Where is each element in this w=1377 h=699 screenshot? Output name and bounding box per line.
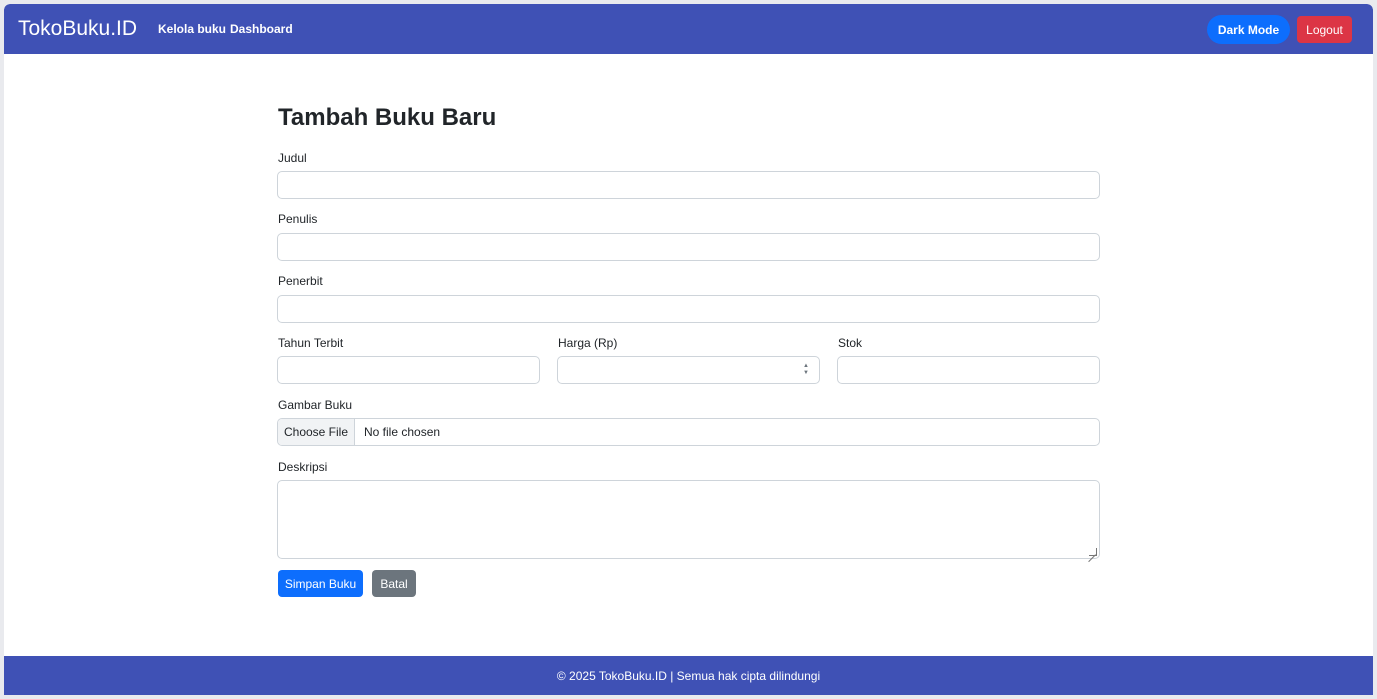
page-title: Tambah Buku Baru bbox=[278, 104, 497, 131]
footer-text: © 2025 TokoBuku.ID | Semua hak cipta dil… bbox=[556, 668, 821, 683]
app-window: TokoBuku.ID Kelola buku Dashboard Dark M… bbox=[4, 4, 1373, 695]
nav-dashboard[interactable]: Dashboard bbox=[230, 22, 293, 37]
gambar-buku-label: Gambar Buku bbox=[278, 398, 353, 412]
penerbit-label: Penerbit bbox=[278, 274, 323, 288]
simpan-buku-button[interactable]: Simpan Buku bbox=[278, 570, 363, 597]
penerbit-input[interactable] bbox=[277, 295, 1100, 323]
navbar: TokoBuku.ID Kelola buku Dashboard Dark M… bbox=[4, 4, 1373, 54]
stok-input[interactable] bbox=[837, 356, 1100, 384]
batal-button[interactable]: Batal bbox=[372, 570, 416, 597]
number-spinner-icon[interactable]: ▲ ▼ bbox=[803, 363, 809, 377]
stok-label: Stok bbox=[838, 336, 863, 350]
harga-input[interactable]: ▲ ▼ bbox=[557, 356, 820, 384]
choose-file-button[interactable]: Choose File bbox=[278, 419, 355, 445]
judul-label: Judul bbox=[278, 151, 307, 165]
footer: © 2025 TokoBuku.ID | Semua hak cipta dil… bbox=[4, 656, 1373, 695]
deskripsi-textarea[interactable] bbox=[277, 480, 1100, 559]
gambar-file-input[interactable]: Choose File No file chosen bbox=[277, 418, 1100, 446]
resize-handle-icon[interactable] bbox=[1089, 548, 1097, 556]
penulis-input[interactable] bbox=[277, 233, 1100, 261]
dark-mode-button[interactable]: Dark Mode bbox=[1207, 15, 1290, 44]
judul-input[interactable] bbox=[277, 171, 1100, 199]
harga-label: Harga (Rp) bbox=[558, 336, 618, 350]
brand-logo[interactable]: TokoBuku.ID bbox=[18, 16, 137, 42]
deskripsi-label: Deskripsi bbox=[278, 460, 328, 474]
file-status-text: No file chosen bbox=[364, 425, 441, 439]
logout-button[interactable]: Logout bbox=[1297, 16, 1352, 43]
tahun-terbit-input[interactable] bbox=[277, 356, 540, 384]
tahun-terbit-label: Tahun Terbit bbox=[278, 336, 344, 350]
penulis-label: Penulis bbox=[278, 212, 318, 226]
nav-kelola-buku[interactable]: Kelola buku bbox=[158, 22, 226, 37]
